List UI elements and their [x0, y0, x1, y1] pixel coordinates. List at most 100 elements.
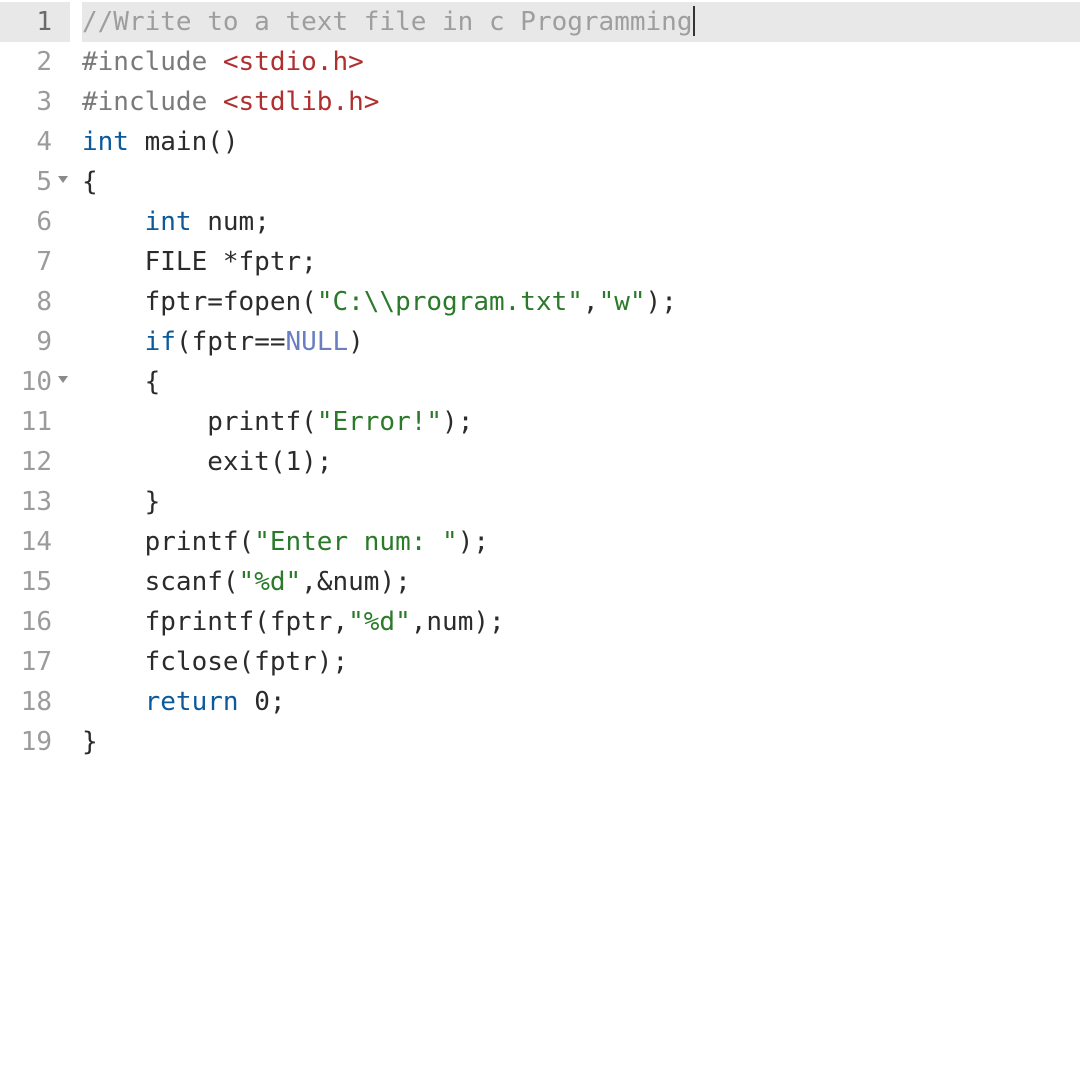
line-number-text: 14 [21, 527, 52, 557]
code-token: (fptr== [176, 327, 286, 357]
line-number: 3 [0, 82, 70, 122]
code-line[interactable]: return 0; [82, 682, 1080, 722]
code-token: printf( [82, 527, 254, 557]
line-number: 2 [0, 42, 70, 82]
code-token: return [145, 687, 239, 717]
code-line[interactable]: fptr=fopen("C:\\program.txt","w"); [82, 282, 1080, 322]
line-number-text: 10 [21, 367, 52, 397]
code-token: "%d" [348, 607, 411, 637]
code-token: ); [646, 287, 677, 317]
code-line[interactable]: if(fptr==NULL) [82, 322, 1080, 362]
code-token: { [82, 367, 160, 397]
code-line[interactable]: #include <stdlib.h> [82, 82, 1080, 122]
code-token: { [82, 167, 98, 197]
code-token: int [145, 207, 192, 237]
line-number-text: 6 [36, 207, 52, 237]
code-token: NULL [286, 327, 349, 357]
line-number-text: 5 [36, 167, 52, 197]
line-number: 11 [0, 402, 70, 442]
line-number: 9 [0, 322, 70, 362]
fold-toggle-icon[interactable] [58, 176, 68, 183]
code-line[interactable]: #include <stdio.h> [82, 42, 1080, 82]
code-area[interactable]: //Write to a text file in c Programming #… [70, 0, 1080, 1072]
code-token: fptr=fopen( [82, 287, 317, 317]
line-number: 19 [0, 722, 70, 762]
line-number-text: 3 [36, 87, 52, 117]
code-token: , [583, 287, 599, 317]
code-line[interactable]: int num; [82, 202, 1080, 242]
line-number-text: 13 [21, 487, 52, 517]
code-token: #include [82, 47, 207, 77]
line-number-text: 17 [21, 647, 52, 677]
line-number-text: 11 [21, 407, 52, 437]
code-token: scanf( [82, 567, 239, 597]
code-line[interactable]: FILE *fptr; [82, 242, 1080, 282]
line-number: 7 [0, 242, 70, 282]
code-token: printf( [82, 407, 317, 437]
code-line[interactable]: printf("Enter num: "); [82, 522, 1080, 562]
code-token: 0 [254, 687, 270, 717]
code-token: } [82, 487, 160, 517]
fold-toggle-icon[interactable] [58, 376, 68, 383]
code-token: //Write to a text file in c Programming [82, 7, 692, 37]
code-token: "Enter num: " [254, 527, 458, 557]
code-token [82, 687, 145, 717]
code-line[interactable]: int main() [82, 122, 1080, 162]
line-number-gutter: 12345678910111213141516171819 [0, 0, 70, 1072]
code-token: fclose(fptr); [82, 647, 348, 677]
line-number: 4 [0, 122, 70, 162]
line-number: 5 [0, 162, 70, 202]
line-number-text: 2 [36, 47, 52, 77]
code-line[interactable]: { [82, 162, 1080, 202]
code-token: #include [82, 87, 207, 117]
code-token: <stdlib.h> [223, 87, 380, 117]
code-line[interactable]: printf("Error!"); [82, 402, 1080, 442]
code-token: ) [348, 327, 364, 357]
code-line[interactable]: fclose(fptr); [82, 642, 1080, 682]
code-line[interactable]: } [82, 482, 1080, 522]
code-token: int [82, 127, 129, 157]
code-token: num; [192, 207, 270, 237]
line-number-text: 7 [36, 247, 52, 277]
code-token: "w" [599, 287, 646, 317]
code-token [207, 87, 223, 117]
code-token: ); [442, 407, 473, 437]
line-number-text: 8 [36, 287, 52, 317]
code-token [82, 327, 145, 357]
code-token [82, 207, 145, 237]
line-number: 13 [0, 482, 70, 522]
code-line[interactable]: exit(1); [82, 442, 1080, 482]
code-token: if [145, 327, 176, 357]
code-token: } [82, 727, 98, 757]
code-line[interactable]: { [82, 362, 1080, 402]
code-token: "Error!" [317, 407, 442, 437]
code-line[interactable]: } [82, 722, 1080, 762]
code-token: <stdio.h> [223, 47, 364, 77]
line-number: 16 [0, 602, 70, 642]
code-token: FILE *fptr; [82, 247, 317, 277]
line-number: 1 [0, 2, 70, 42]
line-number-text: 15 [21, 567, 52, 597]
code-line[interactable]: fprintf(fptr,"%d",num); [82, 602, 1080, 642]
code-token: ); [458, 527, 489, 557]
code-token: ); [301, 447, 332, 477]
code-editor[interactable]: 12345678910111213141516171819 //Write to… [0, 0, 1080, 1072]
code-line[interactable]: //Write to a text file in c Programming [82, 2, 1080, 42]
line-number: 14 [0, 522, 70, 562]
line-number-text: 12 [21, 447, 52, 477]
line-number: 8 [0, 282, 70, 322]
line-number-text: 19 [21, 727, 52, 757]
line-number-text: 1 [36, 7, 52, 37]
line-number-text: 18 [21, 687, 52, 717]
code-token: 1 [286, 447, 302, 477]
line-number: 6 [0, 202, 70, 242]
code-token: "%d" [239, 567, 302, 597]
code-token: main() [129, 127, 239, 157]
line-number-text: 16 [21, 607, 52, 637]
code-token: fprintf(fptr, [82, 607, 348, 637]
line-number: 17 [0, 642, 70, 682]
line-number: 12 [0, 442, 70, 482]
code-line[interactable]: scanf("%d",&num); [82, 562, 1080, 602]
code-token: ,&num); [301, 567, 411, 597]
code-token: ; [270, 687, 286, 717]
